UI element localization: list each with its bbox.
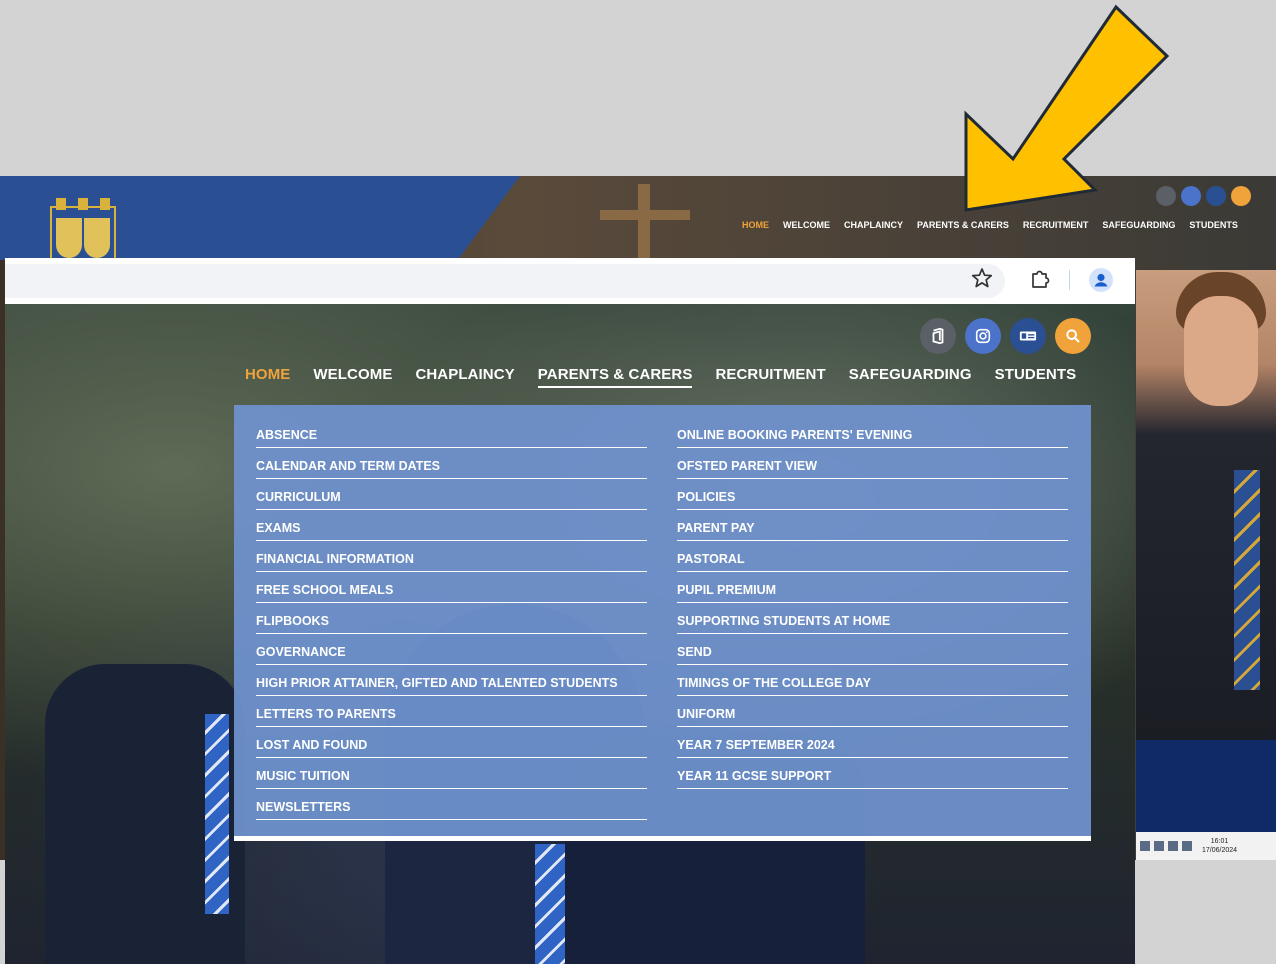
extensions-puzzle-icon[interactable]	[1029, 268, 1051, 290]
office-icon	[1156, 186, 1176, 206]
website-viewport: HOME WELCOME CHAPLAINCY PARENTS & CARERS…	[5, 304, 1135, 964]
windows-taskbar-tray: 16:01 17/06/2024	[1136, 832, 1276, 860]
menu-link-ofsted-parent-view[interactable]: OFSTED PARENT VIEW	[677, 450, 1068, 479]
instagram-icon	[1181, 186, 1201, 206]
menu-link-letters-to-parents[interactable]: LETTERS TO PARENTS	[256, 698, 647, 727]
student-photo	[1136, 270, 1276, 740]
main-navigation: HOME WELCOME CHAPLAINCY PARENTS & CARERS…	[245, 366, 1076, 388]
search-icon	[1231, 186, 1251, 206]
nav-home[interactable]: HOME	[245, 366, 290, 388]
nav-recruitment[interactable]: RECRUITMENT	[715, 366, 825, 388]
footer-blue-block	[1136, 740, 1276, 832]
browser-toolbar	[5, 258, 1135, 305]
bg-nav-item: HOME	[742, 220, 769, 230]
bg-nav-item: RECRUITMENT	[1022, 220, 1089, 230]
menu-link-curriculum[interactable]: CURRICULUM	[256, 481, 647, 510]
tray-icon	[1154, 841, 1164, 851]
menu-link-send[interactable]: SEND	[677, 636, 1068, 665]
menu-link-newsletters[interactable]: NEWSLETTERS	[256, 791, 647, 820]
dropdown-right-column: ONLINE BOOKING PARENTS' EVENING OFSTED P…	[677, 419, 1068, 791]
menu-link-governance[interactable]: GOVERNANCE	[256, 636, 647, 665]
menu-link-supporting-students[interactable]: SUPPORTING STUDENTS AT HOME	[677, 605, 1068, 634]
menu-link-high-prior-attainer[interactable]: HIGH PRIOR ATTAINER, GIFTED AND TALENTED…	[256, 667, 647, 696]
menu-link-absence[interactable]: ABSENCE	[256, 419, 647, 448]
menu-link-free-school-meals[interactable]: FREE SCHOOL MEALS	[256, 574, 647, 603]
menu-link-pupil-premium[interactable]: PUPIL PREMIUM	[677, 574, 1068, 603]
instagram-icon[interactable]	[965, 318, 1001, 354]
menu-link-lost-and-found[interactable]: LOST AND FOUND	[256, 729, 647, 758]
tray-icon	[1140, 841, 1150, 851]
menu-link-uniform[interactable]: UNIFORM	[677, 698, 1068, 727]
taskbar-clock: 16:01 17/06/2024	[1202, 837, 1237, 855]
striped-tie	[535, 844, 565, 964]
menu-link-policies[interactable]: POLICIES	[677, 481, 1068, 510]
menu-link-flipbooks[interactable]: FLIPBOOKS	[256, 605, 647, 634]
bg-nav-item: STUDENTS	[1189, 220, 1238, 230]
background-nav: HOME WELCOME CHAPLAINCY PARENTS & CARERS…	[742, 220, 1238, 230]
bg-nav-item: PARENTS & CARERS	[917, 220, 1009, 230]
clock-time: 16:01	[1210, 838, 1229, 845]
menu-link-parent-pay[interactable]: PARENT PAY	[677, 512, 1068, 541]
search-icon[interactable]	[1055, 318, 1091, 354]
parents-carers-dropdown-menu: ABSENCE CALENDAR AND TERM DATES CURRICUL…	[234, 405, 1091, 841]
id-card-icon	[1206, 186, 1226, 206]
menu-link-music-tuition[interactable]: MUSIC TUITION	[256, 760, 647, 789]
nav-students[interactable]: STUDENTS	[995, 366, 1077, 388]
bg-nav-item: WELCOME	[783, 220, 830, 230]
menu-link-year-11[interactable]: YEAR 11 GCSE SUPPORT	[677, 760, 1068, 789]
crucifix-image	[600, 184, 690, 264]
nav-welcome[interactable]: WELCOME	[313, 366, 392, 388]
nav-safeguarding[interactable]: SAFEGUARDING	[849, 366, 972, 388]
dropdown-left-column: ABSENCE CALENDAR AND TERM DATES CURRICUL…	[256, 419, 647, 822]
school-crest-logo	[50, 198, 116, 266]
menu-link-timings[interactable]: TIMINGS OF THE COLLEGE DAY	[677, 667, 1068, 696]
menu-link-calendar[interactable]: CALENDAR AND TERM DATES	[256, 450, 647, 479]
address-bar[interactable]	[5, 264, 1005, 298]
menu-link-exams[interactable]: EXAMS	[256, 512, 647, 541]
bg-nav-item: SAFEGUARDING	[1102, 220, 1176, 230]
menu-link-pastoral[interactable]: PASTORAL	[677, 543, 1068, 572]
tray-icon	[1182, 841, 1192, 851]
id-card-icon[interactable]	[1010, 318, 1046, 354]
profile-avatar-icon[interactable]	[1089, 268, 1113, 292]
nav-parents-carers[interactable]: PARENTS & CARERS	[537, 366, 693, 388]
menu-link-online-booking[interactable]: ONLINE BOOKING PARENTS' EVENING	[677, 419, 1068, 448]
tray-icon	[1168, 841, 1178, 851]
menu-link-year-7[interactable]: YEAR 7 SEPTEMBER 2024	[677, 729, 1068, 758]
toolbar-separator	[1069, 270, 1070, 290]
bg-nav-item: CHAPLAINCY	[844, 220, 904, 230]
browser-window: HOME WELCOME CHAPLAINCY PARENTS & CARERS…	[5, 258, 1135, 964]
nav-chaplaincy[interactable]: CHAPLAINCY	[415, 366, 514, 388]
striped-tie	[205, 714, 229, 914]
header-icon-row	[920, 318, 1091, 354]
clock-date: 17/06/2024	[1202, 847, 1238, 854]
background-icon-row	[1156, 186, 1251, 206]
office-icon[interactable]	[920, 318, 956, 354]
menu-link-financial-information[interactable]: FINANCIAL INFORMATION	[256, 543, 647, 572]
bookmark-star-icon[interactable]	[971, 267, 993, 289]
